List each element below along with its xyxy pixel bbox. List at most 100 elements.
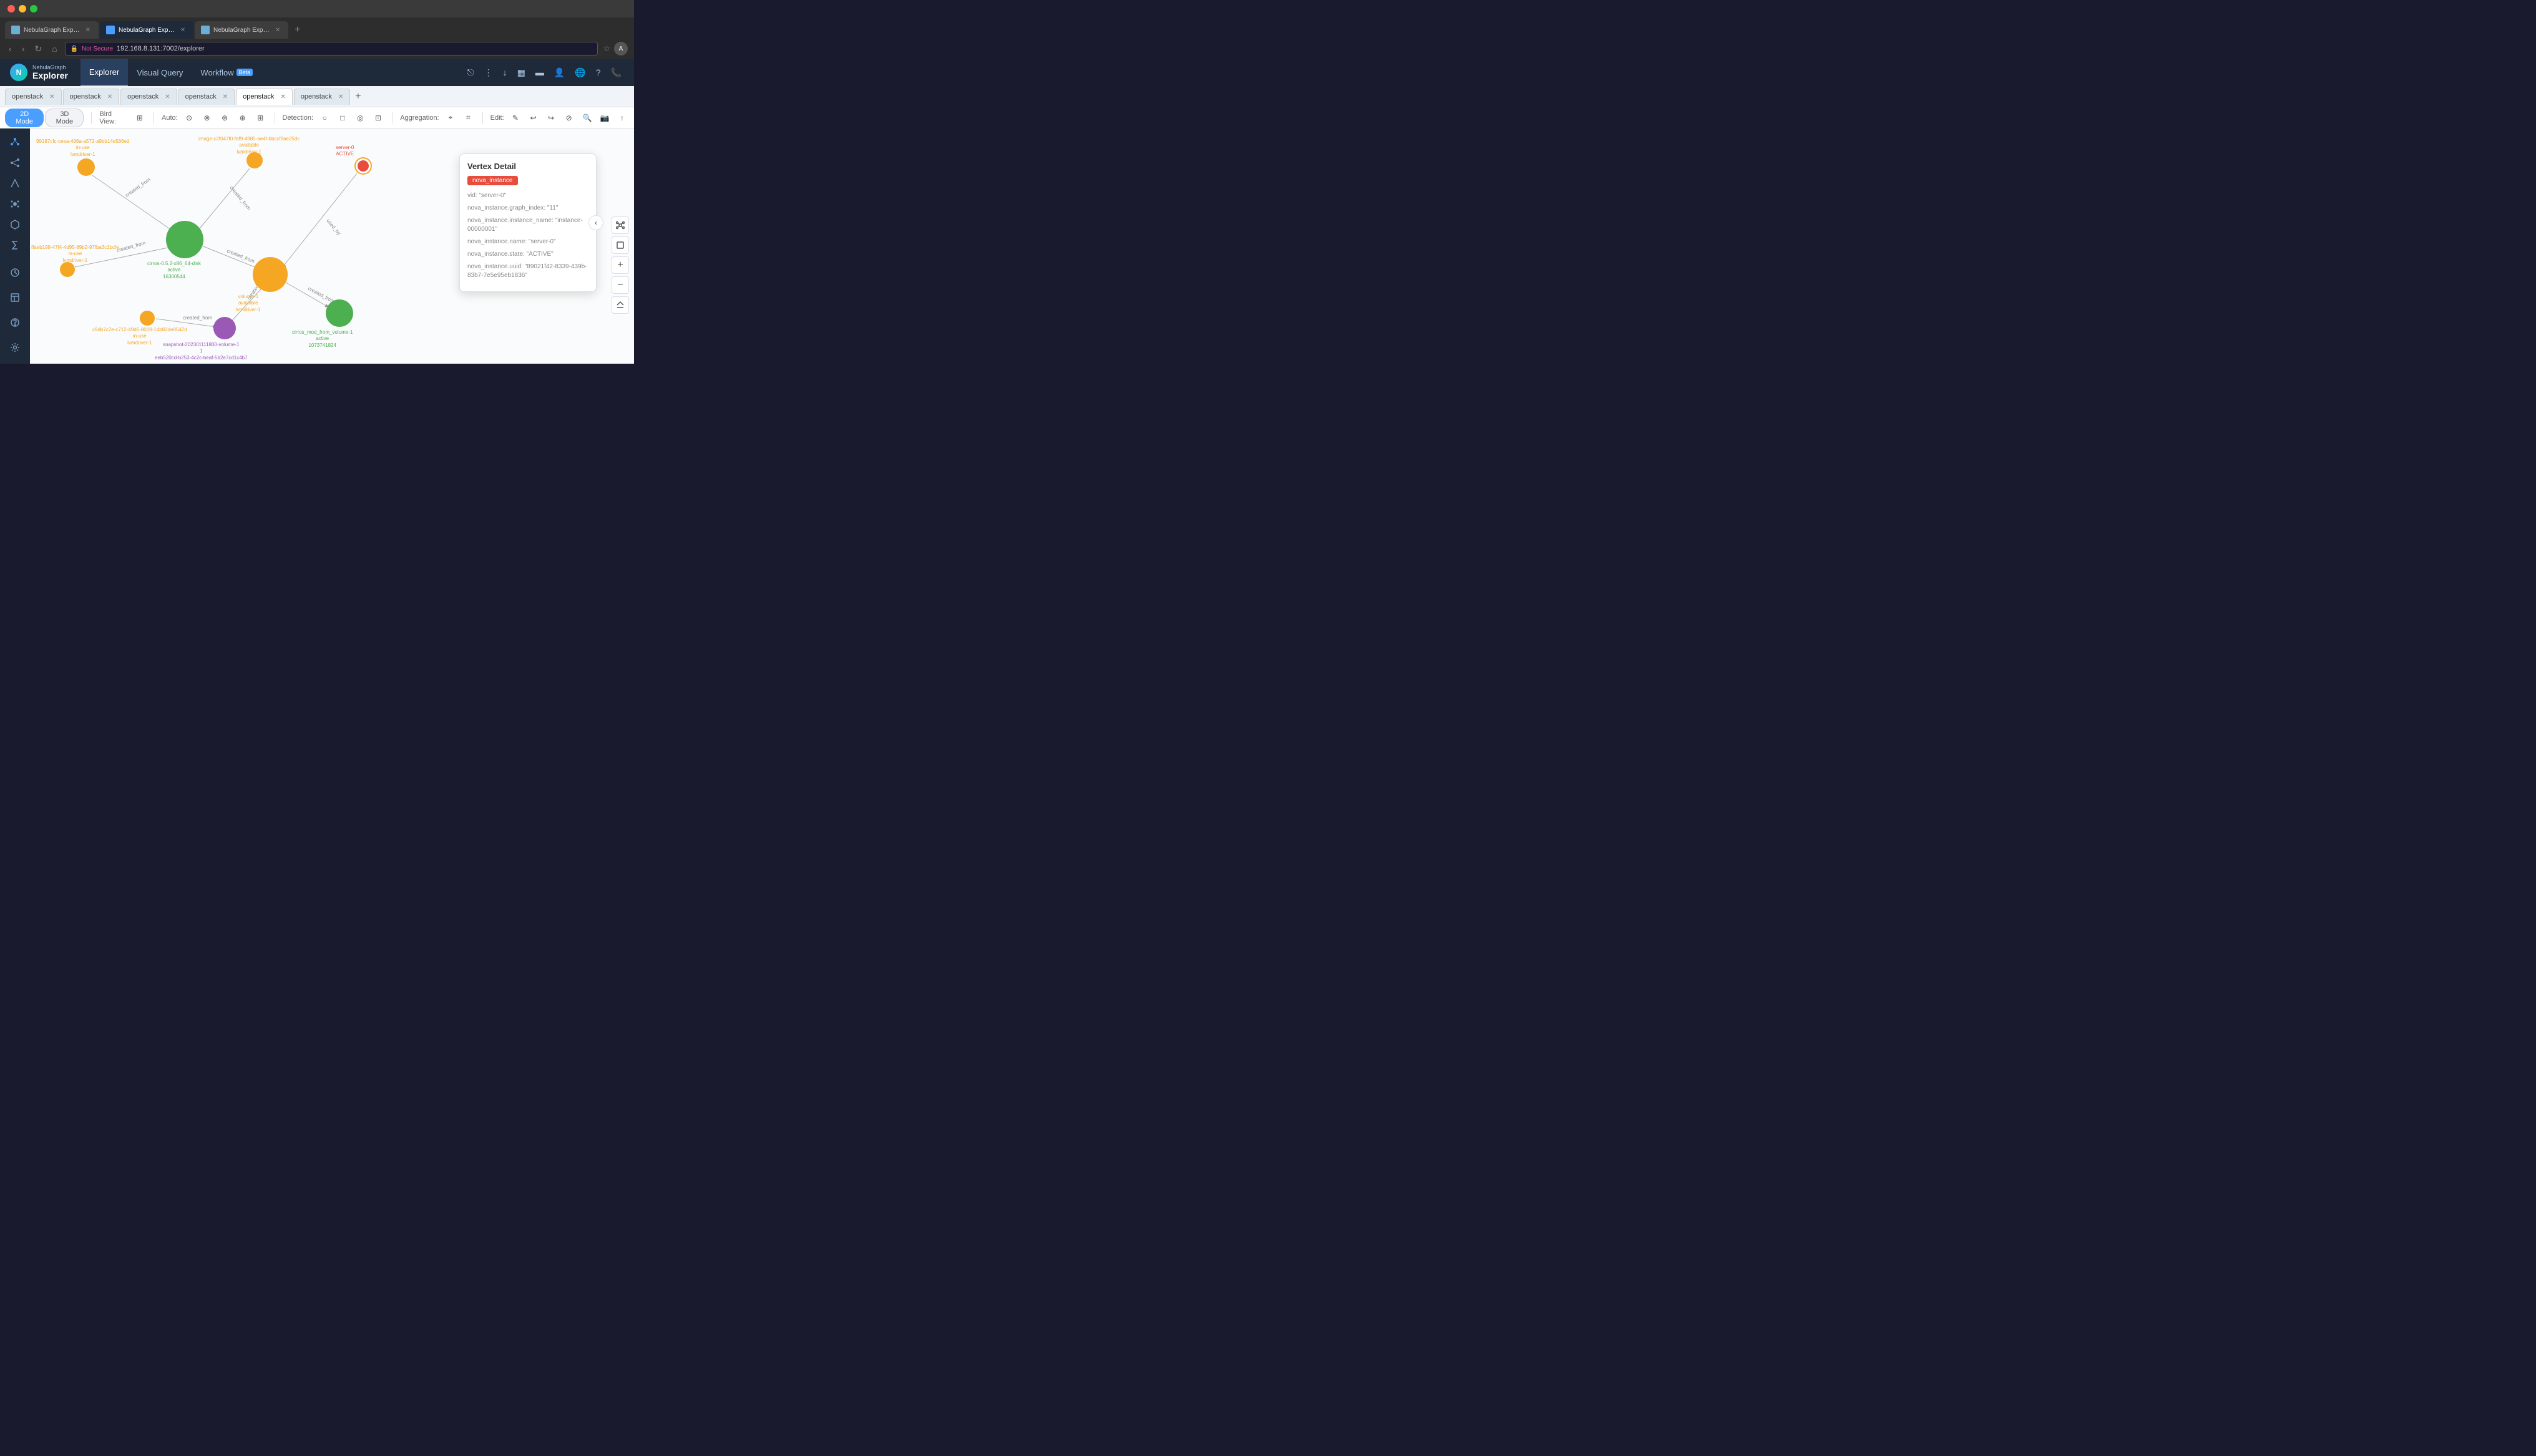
aggregation-icon-2[interactable]: ⌗ — [462, 111, 475, 125]
nav-item-workflow[interactable]: Workflow Beta — [192, 59, 261, 86]
node-image-disk[interactable] — [166, 221, 203, 258]
sidebar-bottom — [5, 263, 25, 357]
mini-btn-network[interactable] — [612, 216, 629, 234]
edit-icon-1[interactable]: ✎ — [509, 111, 522, 125]
node-image-1[interactable] — [246, 152, 263, 168]
content-tab-3-close[interactable]: ✕ — [165, 94, 170, 100]
content-tab-1-close[interactable]: ✕ — [49, 94, 54, 100]
edit-icon-2[interactable]: ↩ — [527, 111, 540, 125]
auto-icon-3[interactable]: ⊛ — [218, 111, 232, 125]
node-volume-1[interactable] — [77, 158, 95, 176]
user-icon[interactable]: 👤 — [552, 65, 567, 80]
detection-icon-2[interactable]: □ — [336, 111, 349, 125]
traffic-light-green[interactable] — [30, 5, 37, 12]
auto-icon-5[interactable]: ⊞ — [254, 111, 267, 125]
node-label-2: image-c2f047f0-faf9-4985-ae4f-bbccf9ae25… — [198, 136, 300, 155]
sep-4 — [392, 112, 393, 124]
help-icon[interactable]: ? — [593, 65, 603, 80]
sidebar-icon-path[interactable] — [5, 176, 25, 192]
camera-icon[interactable]: 📷 — [598, 111, 612, 125]
vertex-prop-name-key: nova_instance.name: — [467, 238, 529, 245]
schema-icon[interactable]: ⎋ — [465, 65, 477, 80]
sidebar-icon-cluster[interactable] — [5, 196, 25, 211]
content-tab-2[interactable]: openstack ✕ — [63, 89, 120, 105]
traffic-light-red[interactable] — [7, 5, 15, 12]
sidebar-icon-history[interactable] — [5, 263, 25, 283]
sidebar-icon-share[interactable] — [5, 155, 25, 171]
app-header: N NebulaGraph Explorer Explorer Visual Q… — [0, 59, 634, 86]
sidebar-icon-hexagon[interactable] — [5, 216, 25, 232]
nav-home[interactable]: ⌂ — [49, 42, 59, 55]
sidebar-icon-sigma[interactable] — [5, 237, 25, 253]
vertex-prop-uuid: nova_instance.uuid: "89021f42-8339-439b-… — [467, 263, 588, 280]
node-volume-main[interactable] — [253, 257, 288, 292]
search-icon[interactable]: 🔍 — [580, 111, 594, 125]
auto-label: Auto: — [162, 114, 178, 122]
traffic-lights — [7, 5, 37, 12]
url-bar[interactable]: 🔒 Not Secure 192.168.8.131:7002/explorer — [65, 42, 598, 56]
zoom-out-button[interactable]: − — [612, 276, 629, 294]
node-nova-instance[interactable] — [356, 158, 371, 173]
download-icon[interactable]: ↓ — [500, 65, 510, 80]
node-volume-3[interactable] — [140, 311, 155, 326]
node-snapshot[interactable] — [213, 317, 236, 339]
account-icon[interactable]: A — [614, 42, 628, 56]
export-icon[interactable]: ↑ — [615, 111, 629, 125]
auto-icon-2[interactable]: ⊗ — [200, 111, 213, 125]
browser-tab-2-close[interactable]: ✕ — [178, 26, 187, 34]
url-text: 192.168.8.131:7002/explorer — [117, 45, 205, 52]
mini-btn-frame[interactable] — [612, 236, 629, 254]
content-tab-5-close[interactable]: ✕ — [280, 94, 285, 100]
node-cirros-mod[interactable] — [326, 299, 353, 327]
content-tab-5-label: openstack — [243, 93, 274, 100]
browser-tab-1[interactable]: NebulaGraph Explorer ✕ — [5, 21, 99, 39]
mode-2d-button[interactable]: 2D Mode — [5, 109, 44, 127]
auto-icon-1[interactable]: ⊙ — [183, 111, 196, 125]
edit-icon-3[interactable]: ↪ — [545, 111, 558, 125]
sidebar-icon-table[interactable] — [5, 288, 25, 308]
browser-tab-3[interactable]: NebulaGraph Explorer ✕ — [195, 21, 288, 39]
content-tab-3[interactable]: openstack ✕ — [120, 89, 177, 105]
content-tab-4-close[interactable]: ✕ — [223, 94, 228, 100]
globe-icon[interactable]: 🌐 — [572, 65, 588, 80]
tree-icon[interactable]: ⋮ — [482, 65, 495, 80]
content-tab-5[interactable]: openstack ✕ — [236, 89, 293, 105]
sidebar-icon-help[interactable] — [5, 313, 25, 332]
collapse-all-button[interactable] — [612, 296, 629, 314]
nav-refresh[interactable]: ↻ — [32, 42, 44, 56]
phone-icon[interactable]: 📞 — [608, 65, 624, 80]
nav-item-explorer[interactable]: Explorer — [80, 59, 128, 86]
bird-view-icon[interactable]: ⊞ — [134, 111, 147, 125]
nav-back[interactable]: ‹ — [6, 42, 14, 55]
auto-icon-4[interactable]: ⊕ — [236, 111, 249, 125]
mode-3d-button[interactable]: 3D Mode — [45, 109, 84, 127]
edit-icon-4[interactable]: ⊘ — [562, 111, 575, 125]
detection-icon-4[interactable]: ⊡ — [372, 111, 385, 125]
node-label-4: ffaeb199-47f4-4d95-89b2-97fba3c1bcfein-u… — [31, 245, 119, 264]
content-tab-6[interactable]: openstack ✕ — [294, 89, 351, 105]
sidebar-icon-settings[interactable] — [5, 337, 25, 357]
node-volume-2[interactable] — [60, 262, 75, 277]
nav-item-visual-query[interactable]: Visual Query — [128, 59, 192, 86]
content-tab-1[interactable]: openstack ✕ — [5, 89, 62, 105]
add-tab-button[interactable]: + — [351, 91, 364, 102]
nav-forward[interactable]: › — [19, 42, 27, 55]
browser-tab-2[interactable]: NebulaGraph Explorer ✕ — [100, 21, 193, 39]
content-tab-6-close[interactable]: ✕ — [338, 94, 343, 100]
aggregation-icon-1[interactable]: ⌖ — [444, 111, 457, 125]
detection-icon-1[interactable]: ○ — [318, 111, 331, 125]
vertex-collapse-button[interactable]: ‹ — [588, 215, 603, 230]
zoom-in-button[interactable]: + — [612, 256, 629, 274]
nav-menu: Explorer Visual Query Workflow Beta — [80, 59, 261, 86]
content-tab-4[interactable]: openstack ✕ — [178, 89, 235, 105]
sidebar-icon-nodes[interactable] — [5, 135, 25, 150]
browser-tab-3-close[interactable]: ✕ — [273, 26, 282, 34]
import-icon[interactable]: ▦ — [515, 65, 528, 80]
new-tab-button[interactable]: + — [290, 21, 305, 39]
bookmark-icon[interactable]: ☆ — [603, 44, 610, 54]
browser-tab-1-close[interactable]: ✕ — [84, 26, 92, 34]
traffic-light-yellow[interactable] — [19, 5, 26, 12]
detection-icon-3[interactable]: ◎ — [354, 111, 367, 125]
layout-icon[interactable]: ▬ — [533, 65, 547, 80]
content-tab-2-close[interactable]: ✕ — [107, 94, 112, 100]
